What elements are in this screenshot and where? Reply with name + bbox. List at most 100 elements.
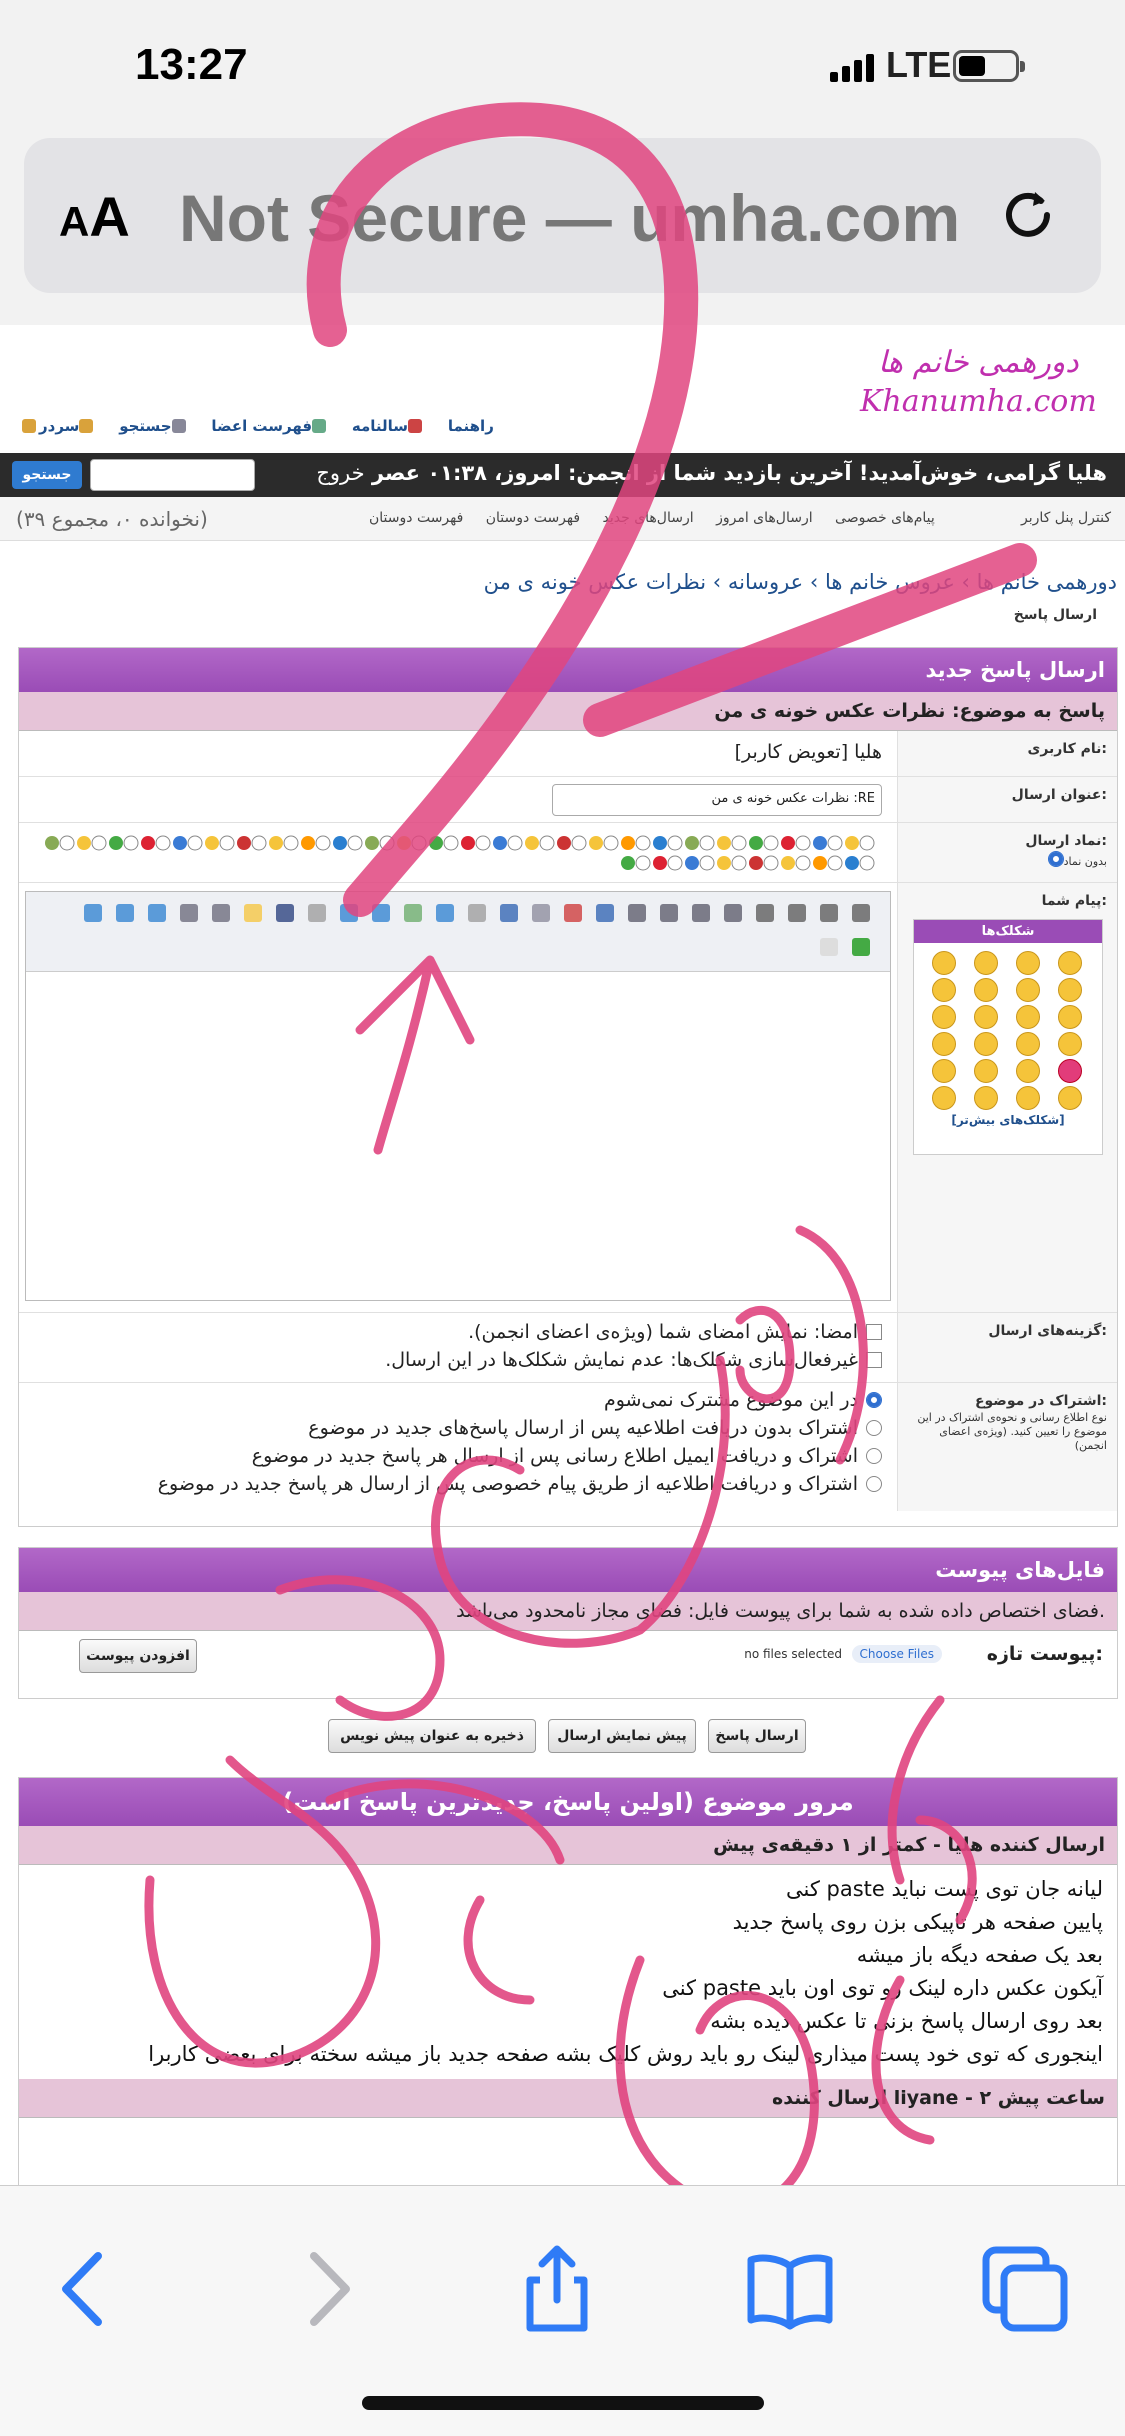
toolbar-button[interactable] xyxy=(436,904,454,922)
smiley-icon[interactable] xyxy=(974,1086,998,1110)
breadcrumb[interactable]: دورهمی خانم ها › عروس خانم ها › عروسانه … xyxy=(484,570,1117,594)
subscribe-radio[interactable] xyxy=(866,1476,882,1492)
toolbar-button[interactable] xyxy=(212,904,230,922)
post-icon-radio[interactable] xyxy=(347,835,363,851)
post-icon-radio[interactable] xyxy=(827,855,843,871)
toolbar-button[interactable] xyxy=(628,904,646,922)
link-members[interactable]: فهرست اعضا xyxy=(211,417,329,435)
post-icon-radio[interactable] xyxy=(187,835,203,851)
toolbar-button[interactable] xyxy=(564,904,582,922)
toolbar-button[interactable] xyxy=(116,904,134,922)
smiley-icon[interactable] xyxy=(1016,951,1040,975)
post-icon-radio[interactable] xyxy=(827,835,843,851)
toolbar-button[interactable] xyxy=(756,904,774,922)
post-icon-radio[interactable] xyxy=(123,835,139,851)
toolbar-button[interactable] xyxy=(596,904,614,922)
toolbar-button[interactable] xyxy=(180,904,198,922)
post-icon-radio[interactable] xyxy=(475,835,491,851)
post-icon-radio[interactable] xyxy=(763,835,779,851)
post-icon-radio[interactable] xyxy=(91,835,107,851)
toolbar-button[interactable] xyxy=(276,904,294,922)
post-icon-radio[interactable] xyxy=(219,835,235,851)
toolbar-button[interactable] xyxy=(244,904,262,922)
subscribe-radio[interactable] xyxy=(866,1448,882,1464)
site-logo[interactable]: دورهمی خانم ها Khanumha.com xyxy=(860,345,1097,419)
post-icon-radio[interactable] xyxy=(443,835,459,851)
smiley-icon[interactable] xyxy=(1058,1005,1082,1029)
submit-reply-button[interactable]: ارسال پاسخ xyxy=(708,1719,806,1753)
toolbar-button[interactable] xyxy=(84,904,102,922)
post-icon-radio[interactable] xyxy=(699,835,715,851)
post-icon-radio[interactable] xyxy=(859,835,875,851)
subnav-item[interactable]: پیام‌های خصوصی xyxy=(835,510,935,526)
smiley-icon[interactable] xyxy=(932,1086,956,1110)
post-icon-radio[interactable] xyxy=(315,835,331,851)
more-smilies-link[interactable]: [شکلک‌های بیش‌تر] xyxy=(914,1113,1102,1127)
signature-checkbox[interactable] xyxy=(866,1324,882,1340)
smiley-icon[interactable] xyxy=(974,1032,998,1056)
post-icon-radio[interactable] xyxy=(731,855,747,871)
back-icon[interactable] xyxy=(40,2244,130,2334)
post-icon-radio[interactable] xyxy=(539,835,555,851)
post-icon-radio[interactable] xyxy=(795,835,811,851)
post-icon-radio[interactable] xyxy=(155,835,171,851)
reader-settings-button[interactable]: AA xyxy=(59,184,130,249)
toolbar-button[interactable] xyxy=(468,904,486,922)
post-icon-radio[interactable] xyxy=(571,835,587,851)
smiley-icon[interactable] xyxy=(1016,1032,1040,1056)
smiley-icon[interactable] xyxy=(1016,1086,1040,1110)
smiley-icon[interactable] xyxy=(1016,1005,1040,1029)
post-icon-radio[interactable] xyxy=(731,835,747,851)
smiley-icon[interactable] xyxy=(1058,1059,1082,1083)
subscribe-radio[interactable] xyxy=(866,1392,882,1408)
smiley-icon[interactable] xyxy=(1058,1086,1082,1110)
usercp-link[interactable]: کنترل پنل کاربر xyxy=(1021,510,1111,526)
search-input[interactable] xyxy=(90,459,255,491)
post-icon-radio[interactable] xyxy=(59,835,75,851)
toolbar-button[interactable] xyxy=(372,904,390,922)
toolbar-button[interactable] xyxy=(532,904,550,922)
preview-button[interactable]: پیش نمایش ارسال xyxy=(548,1719,696,1753)
toolbar-button[interactable] xyxy=(340,904,358,922)
post-icon-radio[interactable] xyxy=(251,835,267,851)
bookmarks-icon[interactable] xyxy=(745,2244,835,2334)
post-icon-radio[interactable] xyxy=(507,835,523,851)
link-calendar[interactable]: سالنامه xyxy=(352,417,425,435)
toolbar-button[interactable] xyxy=(692,904,710,922)
smiley-icon[interactable] xyxy=(1058,978,1082,1002)
link-search[interactable]: جستجو xyxy=(119,417,188,435)
smiley-icon[interactable] xyxy=(932,951,956,975)
smiley-icon[interactable] xyxy=(974,978,998,1002)
save-draft-button[interactable]: ذخیره به عنوان پیش نویس xyxy=(328,1719,536,1753)
toolbar-button[interactable] xyxy=(724,904,742,922)
logout-link[interactable]: خروج xyxy=(316,461,364,485)
message-editor[interactable] xyxy=(25,891,891,1301)
choose-files-button[interactable]: Choose Files xyxy=(851,1645,942,1663)
smiley-icon[interactable] xyxy=(1016,1059,1040,1083)
post-icon-radio[interactable] xyxy=(635,855,651,871)
forward-icon[interactable] xyxy=(282,2244,372,2334)
post-icon-radio[interactable] xyxy=(859,855,875,871)
smiley-icon[interactable] xyxy=(974,1059,998,1083)
post-icon-radio[interactable] xyxy=(667,835,683,851)
post-icon-radio[interactable] xyxy=(411,835,427,851)
post-icon-radio[interactable] xyxy=(667,855,683,871)
post-icon-radio[interactable] xyxy=(795,855,811,871)
username-value[interactable]: هلیا [تعویض کاربر] xyxy=(735,741,882,763)
post-icon-radio[interactable] xyxy=(763,855,779,871)
smiley-icon[interactable] xyxy=(932,1059,956,1083)
subnav-item[interactable]: فهرست دوستان xyxy=(486,510,580,526)
post-icon-radio[interactable] xyxy=(699,855,715,871)
smiley-icon[interactable] xyxy=(974,951,998,975)
title-input[interactable]: RE: نظرات عکس خونه ی من xyxy=(552,784,882,816)
reload-icon[interactable] xyxy=(995,182,1061,248)
toolbar-button[interactable] xyxy=(852,904,870,922)
post-icons-row[interactable] xyxy=(29,829,879,877)
subnav-item[interactable]: ارسال‌های امروز xyxy=(716,510,813,526)
toolbar-button[interactable] xyxy=(788,904,806,922)
subscribe-radio[interactable] xyxy=(866,1420,882,1436)
subnav-item[interactable]: فهرست دوستان xyxy=(369,510,463,526)
subnav-item[interactable]: ارسال‌های جدید xyxy=(603,510,694,526)
post-icon-radio[interactable] xyxy=(635,835,651,851)
toolbar-button[interactable] xyxy=(404,904,422,922)
